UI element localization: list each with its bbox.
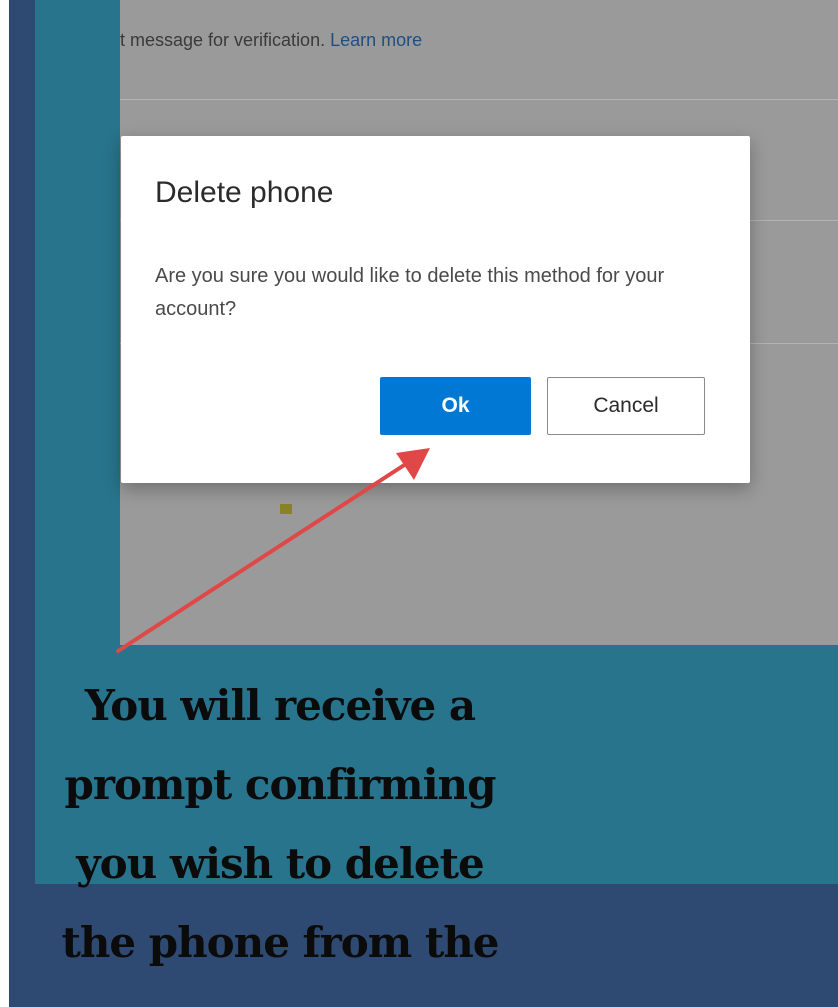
caption-text: You will receive a prompt confirming you… [0,666,560,982]
divider [120,99,838,100]
verification-message: t message for verification. [120,30,326,50]
background-marker [280,504,292,514]
caption-line: prompt confirming [64,760,497,809]
delete-phone-dialog: Delete phone Are you sure you would like… [121,136,750,483]
verification-text: t message for verification. Learn more [120,30,422,51]
slide-frame: t message for verification. Learn more D… [0,0,838,1007]
ok-button[interactable]: Ok [380,377,531,435]
dialog-message: Are you sure you would like to delete th… [155,265,665,320]
caption-line: the phone from the [61,918,499,967]
caption-line: you wish to delete [76,839,484,888]
cancel-button[interactable]: Cancel [547,377,705,435]
dialog-title: Delete phone [155,176,334,209]
caption-line: You will receive a [84,681,476,730]
learn-more-link[interactable]: Learn more [330,30,422,50]
